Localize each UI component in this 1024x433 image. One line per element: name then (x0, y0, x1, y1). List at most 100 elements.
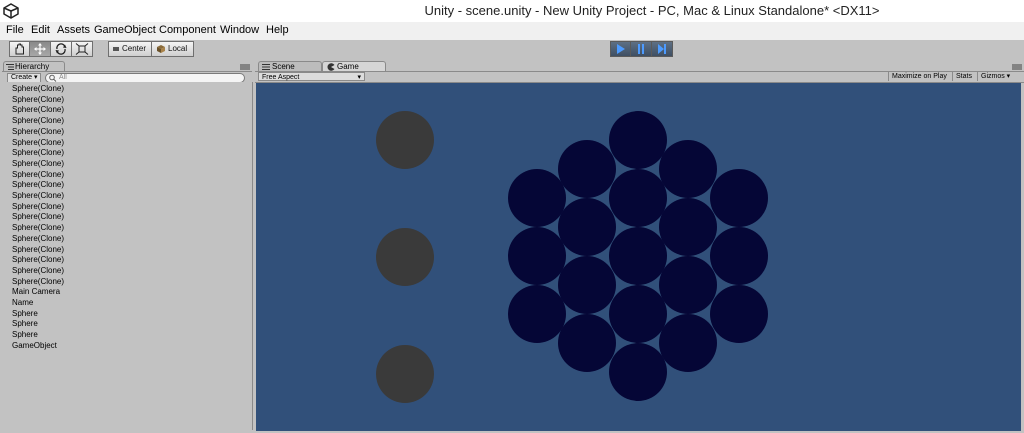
view-tabs: Scene Game (255, 61, 1024, 72)
menu-window[interactable]: Window (220, 24, 259, 36)
aspect-label: Free Aspect (262, 74, 300, 81)
menu-component[interactable]: Component (159, 24, 216, 36)
hierarchy-item[interactable]: Sphere(Clone) (12, 212, 64, 222)
menu-bar: File Edit Assets GameObject Component Wi… (0, 22, 1024, 41)
center-icon (113, 47, 119, 51)
pivot-local-label: Local (168, 44, 188, 53)
hierarchy-header: Create ▾ All (2, 71, 252, 83)
menu-edit[interactable]: Edit (31, 24, 50, 36)
menu-file[interactable]: File (6, 24, 24, 36)
hierarchy-list: Sphere(Clone) Sphere(Clone) Sphere(Clone) S… (2, 82, 253, 430)
stats-toggle[interactable]: Stats (952, 72, 975, 81)
gray-sphere (376, 228, 434, 286)
maximize-label: Maximize on Play (892, 73, 947, 80)
game-panel-menu-icon[interactable] (1012, 63, 1022, 71)
window-title: Unity - scene.unity - New Unity Project … (424, 3, 880, 18)
title-bar: Unity - scene.unity - New Unity Project … (0, 0, 1024, 22)
hand-icon (15, 43, 24, 55)
game-viewport[interactable] (256, 83, 1021, 431)
hierarchy-item[interactable]: Sphere(Clone) (12, 180, 64, 190)
hierarchy-item[interactable]: Sphere(Clone) (12, 223, 64, 233)
gizmos-dropdown[interactable]: Gizmos ▾ (977, 72, 1013, 81)
cluster-sphere (609, 343, 667, 401)
gray-sphere (376, 111, 434, 169)
hierarchy-item[interactable]: GameObject (12, 341, 57, 351)
cluster-sphere (710, 285, 768, 343)
stats-label: Stats (956, 73, 972, 80)
hierarchy-item[interactable]: Sphere(Clone) (12, 191, 64, 201)
cluster-sphere (508, 227, 566, 285)
cluster-sphere (558, 140, 616, 198)
menu-assets[interactable]: Assets (57, 24, 90, 36)
hierarchy-item[interactable]: Sphere(Clone) (12, 84, 64, 94)
hierarchy-item[interactable]: Sphere(Clone) (12, 266, 64, 276)
maximize-on-play-toggle[interactable]: Maximize on Play (888, 72, 950, 81)
scene-icon (262, 64, 270, 70)
rotate-tool-button[interactable] (50, 41, 72, 57)
aspect-chevron-icon: ▾ (357, 74, 361, 81)
move-icon (34, 43, 46, 55)
hierarchy-item[interactable]: Sphere(Clone) (12, 277, 64, 287)
scale-icon (75, 43, 89, 55)
cluster-sphere (508, 285, 566, 343)
pivot-center-label: Center (122, 44, 147, 53)
pause-icon (638, 44, 644, 54)
game-toolbar: Free Aspect ▾ Maximize on Play Stats Giz… (255, 71, 1024, 83)
cluster-sphere (659, 198, 717, 256)
hierarchy-item[interactable]: Sphere (12, 309, 38, 319)
cluster-sphere (609, 111, 667, 169)
hierarchy-item[interactable]: Sphere (12, 319, 38, 329)
hierarchy-item[interactable]: Sphere (12, 330, 38, 340)
step-button[interactable] (651, 41, 673, 57)
hierarchy-list-icon (6, 64, 14, 70)
hierarchy-item[interactable]: Sphere(Clone) (12, 148, 64, 158)
hierarchy-item[interactable]: Sphere(Clone) (12, 95, 64, 105)
hierarchy-item[interactable]: Main Camera (12, 287, 60, 297)
cluster-sphere (558, 256, 616, 314)
hierarchy-item[interactable]: Sphere(Clone) (12, 170, 64, 180)
cluster-sphere (659, 314, 717, 372)
cluster-sphere (609, 169, 667, 227)
gray-sphere (376, 345, 434, 403)
hierarchy-item[interactable]: Sphere(Clone) (12, 116, 64, 126)
hand-tool-button[interactable] (9, 41, 30, 57)
cluster-sphere (609, 285, 667, 343)
cluster-sphere (508, 169, 566, 227)
cluster-sphere (609, 227, 667, 285)
cluster-sphere (659, 256, 717, 314)
step-icon (658, 44, 666, 54)
pivot-local-button[interactable]: Local (151, 41, 194, 57)
menu-gameobject[interactable]: GameObject (94, 24, 156, 36)
rotate-icon (55, 43, 67, 55)
pivot-center-button[interactable]: Center (108, 41, 152, 57)
hierarchy-item[interactable]: Sphere(Clone) (12, 138, 64, 148)
cluster-sphere (558, 198, 616, 256)
game-pacman-icon (327, 63, 335, 71)
cluster-sphere (558, 314, 616, 372)
play-button[interactable] (610, 41, 631, 57)
pause-button[interactable] (630, 41, 652, 57)
hierarchy-item[interactable]: Sphere(Clone) (12, 234, 64, 244)
hierarchy-tab-label: Hierarchy (15, 62, 50, 71)
hierarchy-item[interactable]: Sphere(Clone) (12, 159, 64, 169)
aspect-dropdown[interactable]: Free Aspect ▾ (258, 72, 365, 81)
menu-help[interactable]: Help (266, 24, 289, 36)
hierarchy-item[interactable]: Sphere(Clone) (12, 245, 64, 255)
local-icon (157, 45, 165, 53)
cluster-sphere (710, 227, 768, 285)
search-placeholder: All (59, 74, 67, 81)
hierarchy-item[interactable]: Name (12, 298, 33, 308)
cluster-sphere (710, 169, 768, 227)
hierarchy-item[interactable]: Sphere(Clone) (12, 255, 64, 265)
gizmos-label: Gizmos (981, 73, 1005, 80)
play-icon (617, 44, 625, 54)
cluster-sphere (659, 140, 717, 198)
scale-tool-button[interactable] (71, 41, 93, 57)
hierarchy-panel-menu-icon[interactable] (240, 63, 250, 71)
hierarchy-item[interactable]: Sphere(Clone) (12, 105, 64, 115)
game-render (376, 111, 768, 403)
toolbar: Center Local (0, 40, 1024, 60)
hierarchy-item[interactable]: Sphere(Clone) (12, 202, 64, 212)
hierarchy-item[interactable]: Sphere(Clone) (12, 127, 64, 137)
move-tool-button[interactable] (29, 41, 51, 57)
